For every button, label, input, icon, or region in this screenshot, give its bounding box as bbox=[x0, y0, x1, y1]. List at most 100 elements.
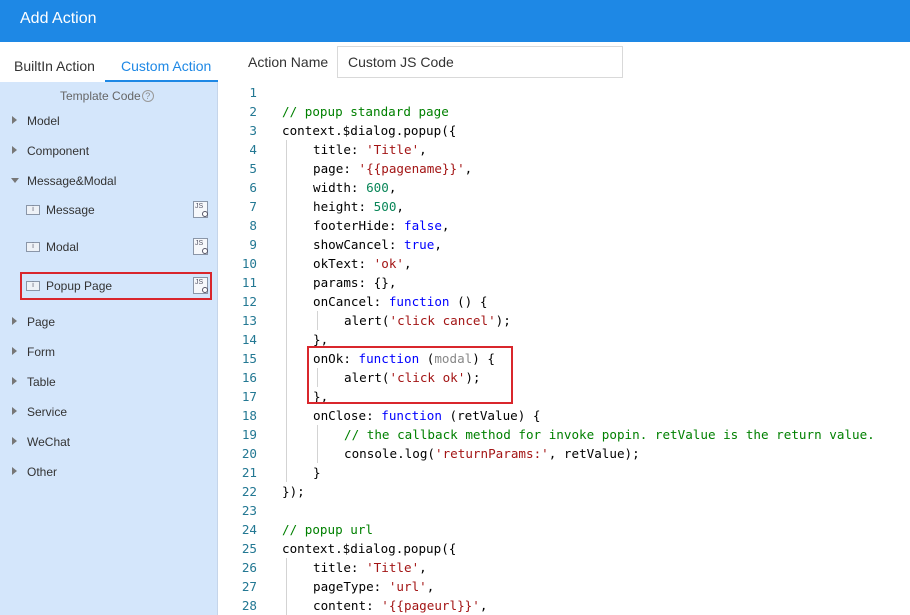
code-text: alert('click ok'); bbox=[344, 368, 481, 387]
tree-node-label: Component bbox=[27, 144, 90, 158]
code-token: onOk: bbox=[313, 351, 359, 366]
indent-guide bbox=[286, 577, 287, 596]
code-line: 3 context.$dialog.popup({ bbox=[219, 121, 910, 140]
code-line: 20 console.log('returnParams:', retValue)… bbox=[219, 444, 910, 463]
tree-node-page[interactable]: Page bbox=[0, 312, 218, 334]
tree-node-component[interactable]: Component bbox=[0, 141, 218, 163]
tree-leaf-label: Popup Page bbox=[46, 279, 113, 293]
tree-node-label: Other bbox=[27, 465, 58, 479]
indent-guide bbox=[286, 216, 287, 235]
code-line: 27 pageType: 'url', bbox=[219, 577, 910, 596]
js-file-icon[interactable]: JS bbox=[193, 201, 208, 218]
line-number: 24 bbox=[241, 522, 257, 537]
code-line: 17}, bbox=[219, 387, 910, 406]
indent-guide bbox=[286, 292, 287, 311]
tree-node-label: Table bbox=[27, 375, 56, 389]
tree-node-form[interactable]: Form bbox=[0, 342, 218, 364]
js-file-icon[interactable]: JS bbox=[193, 277, 208, 294]
code-text: content: '{{pageurl}}', bbox=[313, 596, 487, 615]
code-line: 22}); bbox=[219, 482, 910, 501]
code-text: onCancel: function () { bbox=[313, 292, 487, 311]
code-editor[interactable]: 1 2// popup standard page 3 context.$dialog… bbox=[219, 83, 910, 615]
code-token: onCancel: bbox=[313, 294, 389, 309]
tree-node-message-modal[interactable]: Message&Modal bbox=[0, 171, 218, 193]
indent-guide bbox=[286, 178, 287, 197]
code-line: 7 height: 500, bbox=[219, 197, 910, 216]
tree-node-table[interactable]: Table bbox=[0, 372, 218, 394]
code-text: } bbox=[313, 463, 321, 482]
code-token: onClose: bbox=[313, 408, 382, 423]
code-text: params: {}, bbox=[313, 273, 396, 292]
tree-node-wechat[interactable]: WeChat bbox=[0, 432, 218, 454]
tree-node-other[interactable]: Other bbox=[0, 462, 218, 484]
code-token: , bbox=[464, 161, 473, 176]
action-name-input[interactable] bbox=[337, 46, 623, 78]
indent-guide bbox=[286, 349, 287, 368]
tab-builtin-action[interactable]: BuiltIn Action bbox=[14, 58, 95, 74]
code-token: 'click ok' bbox=[389, 370, 466, 385]
code-line: 1 bbox=[219, 83, 910, 102]
indent-guide bbox=[317, 368, 318, 387]
line-number: 8 bbox=[249, 218, 257, 233]
code-line: 12 onCancel: function () { bbox=[219, 292, 910, 311]
tree-leaf-popup-page[interactable]: i Popup Page JS bbox=[20, 272, 212, 300]
tab-custom-action[interactable]: Custom Action bbox=[121, 58, 211, 74]
code-text: }, bbox=[313, 387, 328, 406]
indent-guide bbox=[286, 330, 287, 349]
code-token: footerHide: bbox=[313, 218, 404, 233]
code-line: 21} bbox=[219, 463, 910, 482]
code-line: 6 width: 600, bbox=[219, 178, 910, 197]
code-line: 23 bbox=[219, 501, 910, 520]
js-file-icon[interactable]: JS bbox=[193, 238, 208, 255]
indent-guide bbox=[286, 425, 287, 444]
code-token: 'ok' bbox=[373, 256, 405, 271]
code-token: function bbox=[381, 408, 442, 423]
line-number: 22 bbox=[241, 484, 257, 499]
code-token: , bbox=[404, 256, 412, 271]
code-token: , bbox=[419, 560, 427, 575]
code-line: 19 // the callback method for invoke popi… bbox=[219, 425, 910, 444]
line-number: 1 bbox=[249, 85, 257, 100]
indent-guide bbox=[286, 463, 287, 482]
help-icon[interactable]: ? bbox=[141, 90, 154, 102]
tree-node-model[interactable]: Model bbox=[0, 111, 218, 133]
code-token: function bbox=[388, 294, 450, 309]
code-text: page: '{{pagename}}', bbox=[313, 159, 472, 178]
code-token: '{{pagename}}' bbox=[358, 161, 465, 176]
template-code-text: Template Code bbox=[60, 89, 141, 103]
tree-node-service[interactable]: Service bbox=[0, 402, 218, 424]
code-line: 2 // popup standard page bbox=[219, 102, 910, 121]
code-token: console.log( bbox=[344, 446, 435, 461]
code-text: }, bbox=[313, 330, 328, 349]
code-token: context.$dialog.popup({ bbox=[282, 541, 457, 556]
code-text: // popup url bbox=[282, 520, 373, 539]
line-number: 6 bbox=[249, 180, 257, 195]
tree-node-label: Service bbox=[27, 405, 68, 419]
code-text: onOk: function (modal) { bbox=[313, 349, 495, 368]
code-text: width: 600, bbox=[313, 178, 396, 197]
tree-leaf-modal[interactable]: i Modal JS bbox=[20, 233, 212, 261]
caret-right-icon bbox=[12, 116, 17, 124]
snippet-icon: i bbox=[26, 281, 40, 291]
caret-right-icon bbox=[12, 407, 17, 415]
line-number: 5 bbox=[249, 161, 257, 176]
code-token: // the callback method for invoke popin.… bbox=[344, 427, 875, 442]
code-token: , bbox=[434, 237, 442, 252]
code-token: }, bbox=[313, 332, 329, 347]
code-token: 500 bbox=[373, 199, 397, 214]
code-line: 16 alert('click ok'); bbox=[219, 368, 910, 387]
line-number: 3 bbox=[249, 123, 257, 138]
indent-guide bbox=[286, 311, 287, 330]
code-token: 600 bbox=[366, 180, 389, 195]
code-text: title: 'Title', bbox=[313, 558, 427, 577]
snippet-icon: i bbox=[26, 205, 40, 215]
code-text: title: 'Title', bbox=[313, 140, 427, 159]
code-text: alert('click cancel'); bbox=[344, 311, 511, 330]
code-token: params: {}, bbox=[313, 275, 397, 290]
code-token: content: bbox=[313, 598, 382, 613]
code-token: okText: bbox=[313, 256, 374, 271]
tree-leaf-message[interactable]: i Message JS bbox=[20, 196, 212, 224]
line-number: 15 bbox=[241, 351, 257, 366]
code-text: okText: 'ok', bbox=[313, 254, 412, 273]
code-line: 14}, bbox=[219, 330, 910, 349]
